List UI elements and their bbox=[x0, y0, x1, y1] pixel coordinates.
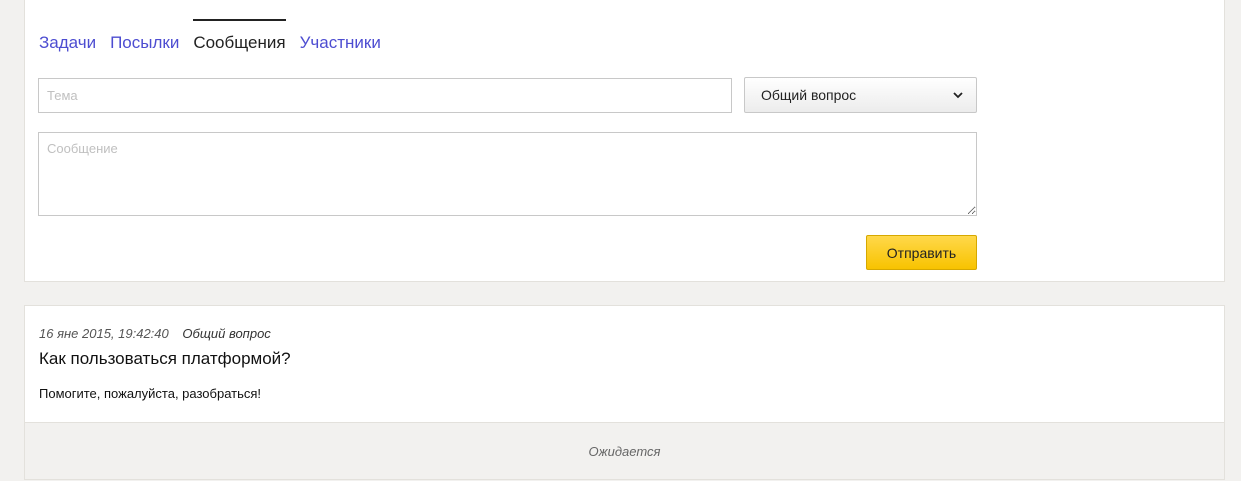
tab-submissions[interactable]: Посылки bbox=[110, 0, 179, 52]
message-status: Ожидается bbox=[588, 443, 661, 459]
chevron-down-icon bbox=[952, 89, 964, 101]
message-title: Как пользоваться платформой? bbox=[39, 349, 291, 368]
message-card: 16 яне 2015, 19:42:40 Общий вопрос Как п… bbox=[24, 305, 1225, 480]
category-select-value: Общий вопрос bbox=[761, 87, 857, 103]
new-message-panel: Задачи Посылки Сообщения Участники Общий… bbox=[24, 0, 1225, 282]
message-category: Общий вопрос bbox=[182, 326, 271, 341]
message-datetime: 16 яне 2015, 19:42:40 bbox=[39, 326, 169, 341]
category-select[interactable]: Общий вопрос bbox=[744, 77, 977, 113]
message-meta: 16 яне 2015, 19:42:40 Общий вопрос bbox=[39, 326, 271, 341]
topic-input[interactable] bbox=[38, 78, 732, 113]
section-tabs: Задачи Посылки Сообщения Участники bbox=[39, 0, 395, 52]
tab-tasks[interactable]: Задачи bbox=[39, 0, 96, 52]
tab-messages[interactable]: Сообщения bbox=[193, 0, 286, 52]
send-button[interactable]: Отправить bbox=[866, 235, 977, 270]
tab-participants[interactable]: Участники bbox=[300, 0, 381, 52]
message-status-bar: Ожидается bbox=[25, 422, 1224, 479]
message-body: Помогите, пожалуйста, разобраться! bbox=[39, 386, 262, 401]
message-textarea[interactable] bbox=[38, 132, 977, 216]
